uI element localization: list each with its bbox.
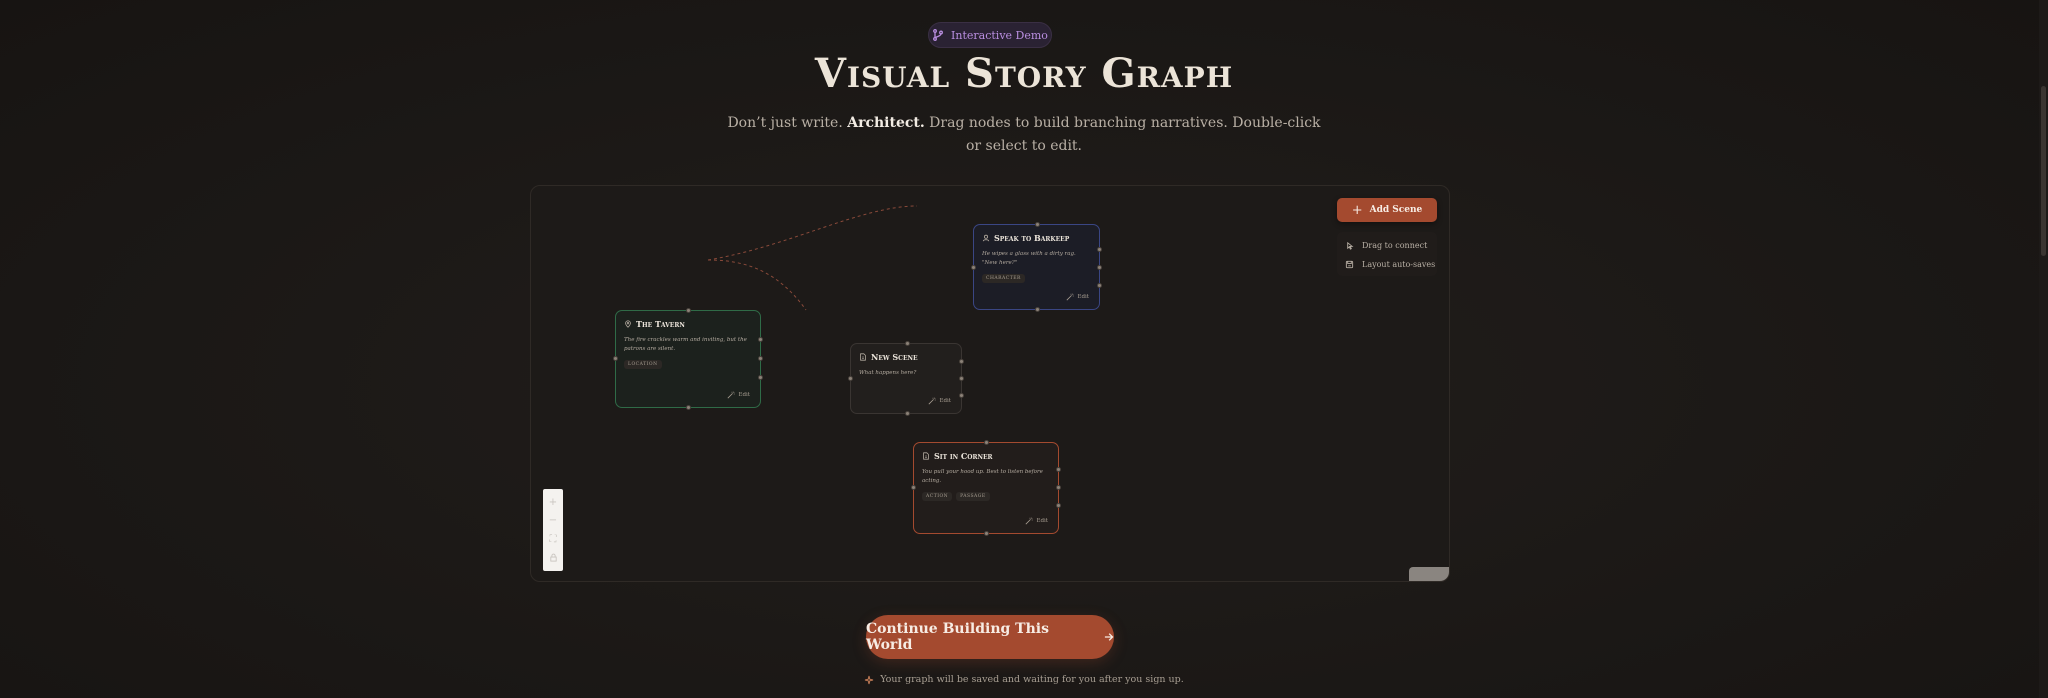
save-icon <box>1345 260 1354 269</box>
node-the-tavern[interactable]: The Tavern The fire crackles warm and in… <box>613 308 763 410</box>
node-handle[interactable] <box>911 485 916 490</box>
node-handle[interactable] <box>984 440 989 445</box>
document-icon <box>923 452 929 460</box>
node-handle[interactable] <box>1097 283 1102 288</box>
story-graph-canvas[interactable]: The Tavern The fire crackles warm and in… <box>530 185 1450 582</box>
node-tag: Action <box>922 492 953 501</box>
node-handle[interactable] <box>1056 467 1061 472</box>
node-description: What happens here? <box>859 370 917 376</box>
add-scene-button[interactable]: + Add Scene <box>1337 198 1437 222</box>
node-description: He wipes a glass with a dirty rag. "New … <box>982 251 1076 266</box>
node-handle[interactable] <box>971 265 976 270</box>
hint-drag-to-connect: Drag to connect <box>1345 241 1427 250</box>
badge-label: Interactive Demo <box>951 28 1048 42</box>
node-handle[interactable] <box>686 405 691 410</box>
node-handle[interactable] <box>758 375 763 380</box>
node-title: Speak to Barkeep <box>994 233 1070 243</box>
zoom-out-icon[interactable]: − <box>546 514 560 528</box>
arrow-right-icon <box>1104 633 1114 641</box>
minimap-corner[interactable] <box>1409 567 1449 581</box>
node-title: The Tavern <box>636 319 685 329</box>
node-edit-button[interactable]: Edit <box>1025 517 1048 525</box>
sparkle-icon <box>865 675 874 684</box>
map-pin-icon <box>625 320 631 328</box>
node-tag: Passage <box>956 492 990 501</box>
graph-controls: + − ⛶ <box>543 489 563 571</box>
node-handle[interactable] <box>1097 247 1102 252</box>
node-handle[interactable] <box>959 393 964 398</box>
node-sit-in-corner[interactable]: Sit in Corner You pull your hood up. Bes… <box>911 440 1061 536</box>
wand-icon <box>1026 517 1034 525</box>
node-handle[interactable] <box>613 356 618 361</box>
node-handle[interactable] <box>1035 307 1040 312</box>
document-icon <box>860 353 866 361</box>
cta-label: Continue Building This World <box>866 621 1049 653</box>
footnote: Your graph will be saved and waiting for… <box>0 674 2048 685</box>
wand-icon <box>1067 293 1075 301</box>
user-icon <box>982 234 990 242</box>
wand-icon <box>728 391 736 399</box>
page-title: Visual Story Graph <box>814 50 1234 97</box>
scrollbar-thumb[interactable] <box>2041 86 2046 256</box>
lock-icon[interactable] <box>546 551 560 565</box>
hint-layout-auto-saves: Layout auto-saves <box>1345 260 1435 269</box>
node-handle[interactable] <box>758 337 763 342</box>
node-speak-to-barkeep[interactable]: Speak to Barkeep He wipes a glass with a… <box>971 222 1102 312</box>
plus-icon: + <box>1351 202 1363 218</box>
add-scene-label: Add Scene <box>1369 205 1423 215</box>
wand-icon <box>929 397 937 405</box>
subtitle-pre: Don’t just write. <box>727 115 848 131</box>
footnote-label: Your graph will be saved and waiting for… <box>880 674 1184 685</box>
edge-tavern-newscene[interactable] <box>707 259 807 311</box>
node-handle[interactable] <box>1097 265 1102 270</box>
continue-building-button[interactable]: Continue Building This World <box>866 615 1114 659</box>
subtitle-bold: Architect. <box>847 115 925 131</box>
node-handle[interactable] <box>758 356 763 361</box>
node-title: Sit in Corner <box>934 451 993 461</box>
hint-panel: Drag to connect Layout auto-saves <box>1337 232 1437 276</box>
node-tag: Location <box>624 360 662 369</box>
edge-tavern-barkeep[interactable] <box>707 205 918 261</box>
node-handle[interactable] <box>848 376 853 381</box>
node-handle[interactable] <box>984 531 989 536</box>
fit-view-icon[interactable]: ⛶ <box>546 532 560 546</box>
node-edit-button[interactable]: Edit <box>1066 293 1089 301</box>
node-handle[interactable] <box>1056 485 1061 490</box>
node-handle[interactable] <box>1056 503 1061 508</box>
pointer-icon <box>1347 241 1354 250</box>
zoom-in-icon[interactable]: + <box>546 495 560 509</box>
node-handle[interactable] <box>1035 222 1040 227</box>
page-subtitle: Don’t just write. Architect. Drag nodes … <box>724 112 1324 158</box>
node-title: New Scene <box>871 352 918 362</box>
node-new-scene[interactable]: New Scene What happens here? Edit <box>848 341 964 416</box>
node-edit-button[interactable]: Edit <box>928 397 951 405</box>
node-tag: Character <box>982 274 1025 283</box>
node-handle[interactable] <box>959 376 964 381</box>
branch-icon <box>933 29 943 41</box>
node-handle[interactable] <box>905 341 910 346</box>
node-edit-button[interactable]: Edit <box>727 391 750 399</box>
node-description: You pull your hood up. Best to listen be… <box>922 469 1043 484</box>
node-handle[interactable] <box>959 359 964 364</box>
node-description: The fire crackles warm and inviting, but… <box>624 337 747 352</box>
node-handle[interactable] <box>905 411 910 416</box>
interactive-demo-badge: Interactive Demo <box>928 22 1052 48</box>
subtitle-post: Drag nodes to build branching narratives… <box>924 115 1321 154</box>
node-handle[interactable] <box>686 308 691 313</box>
page-scrollbar[interactable] <box>2039 0 2048 698</box>
